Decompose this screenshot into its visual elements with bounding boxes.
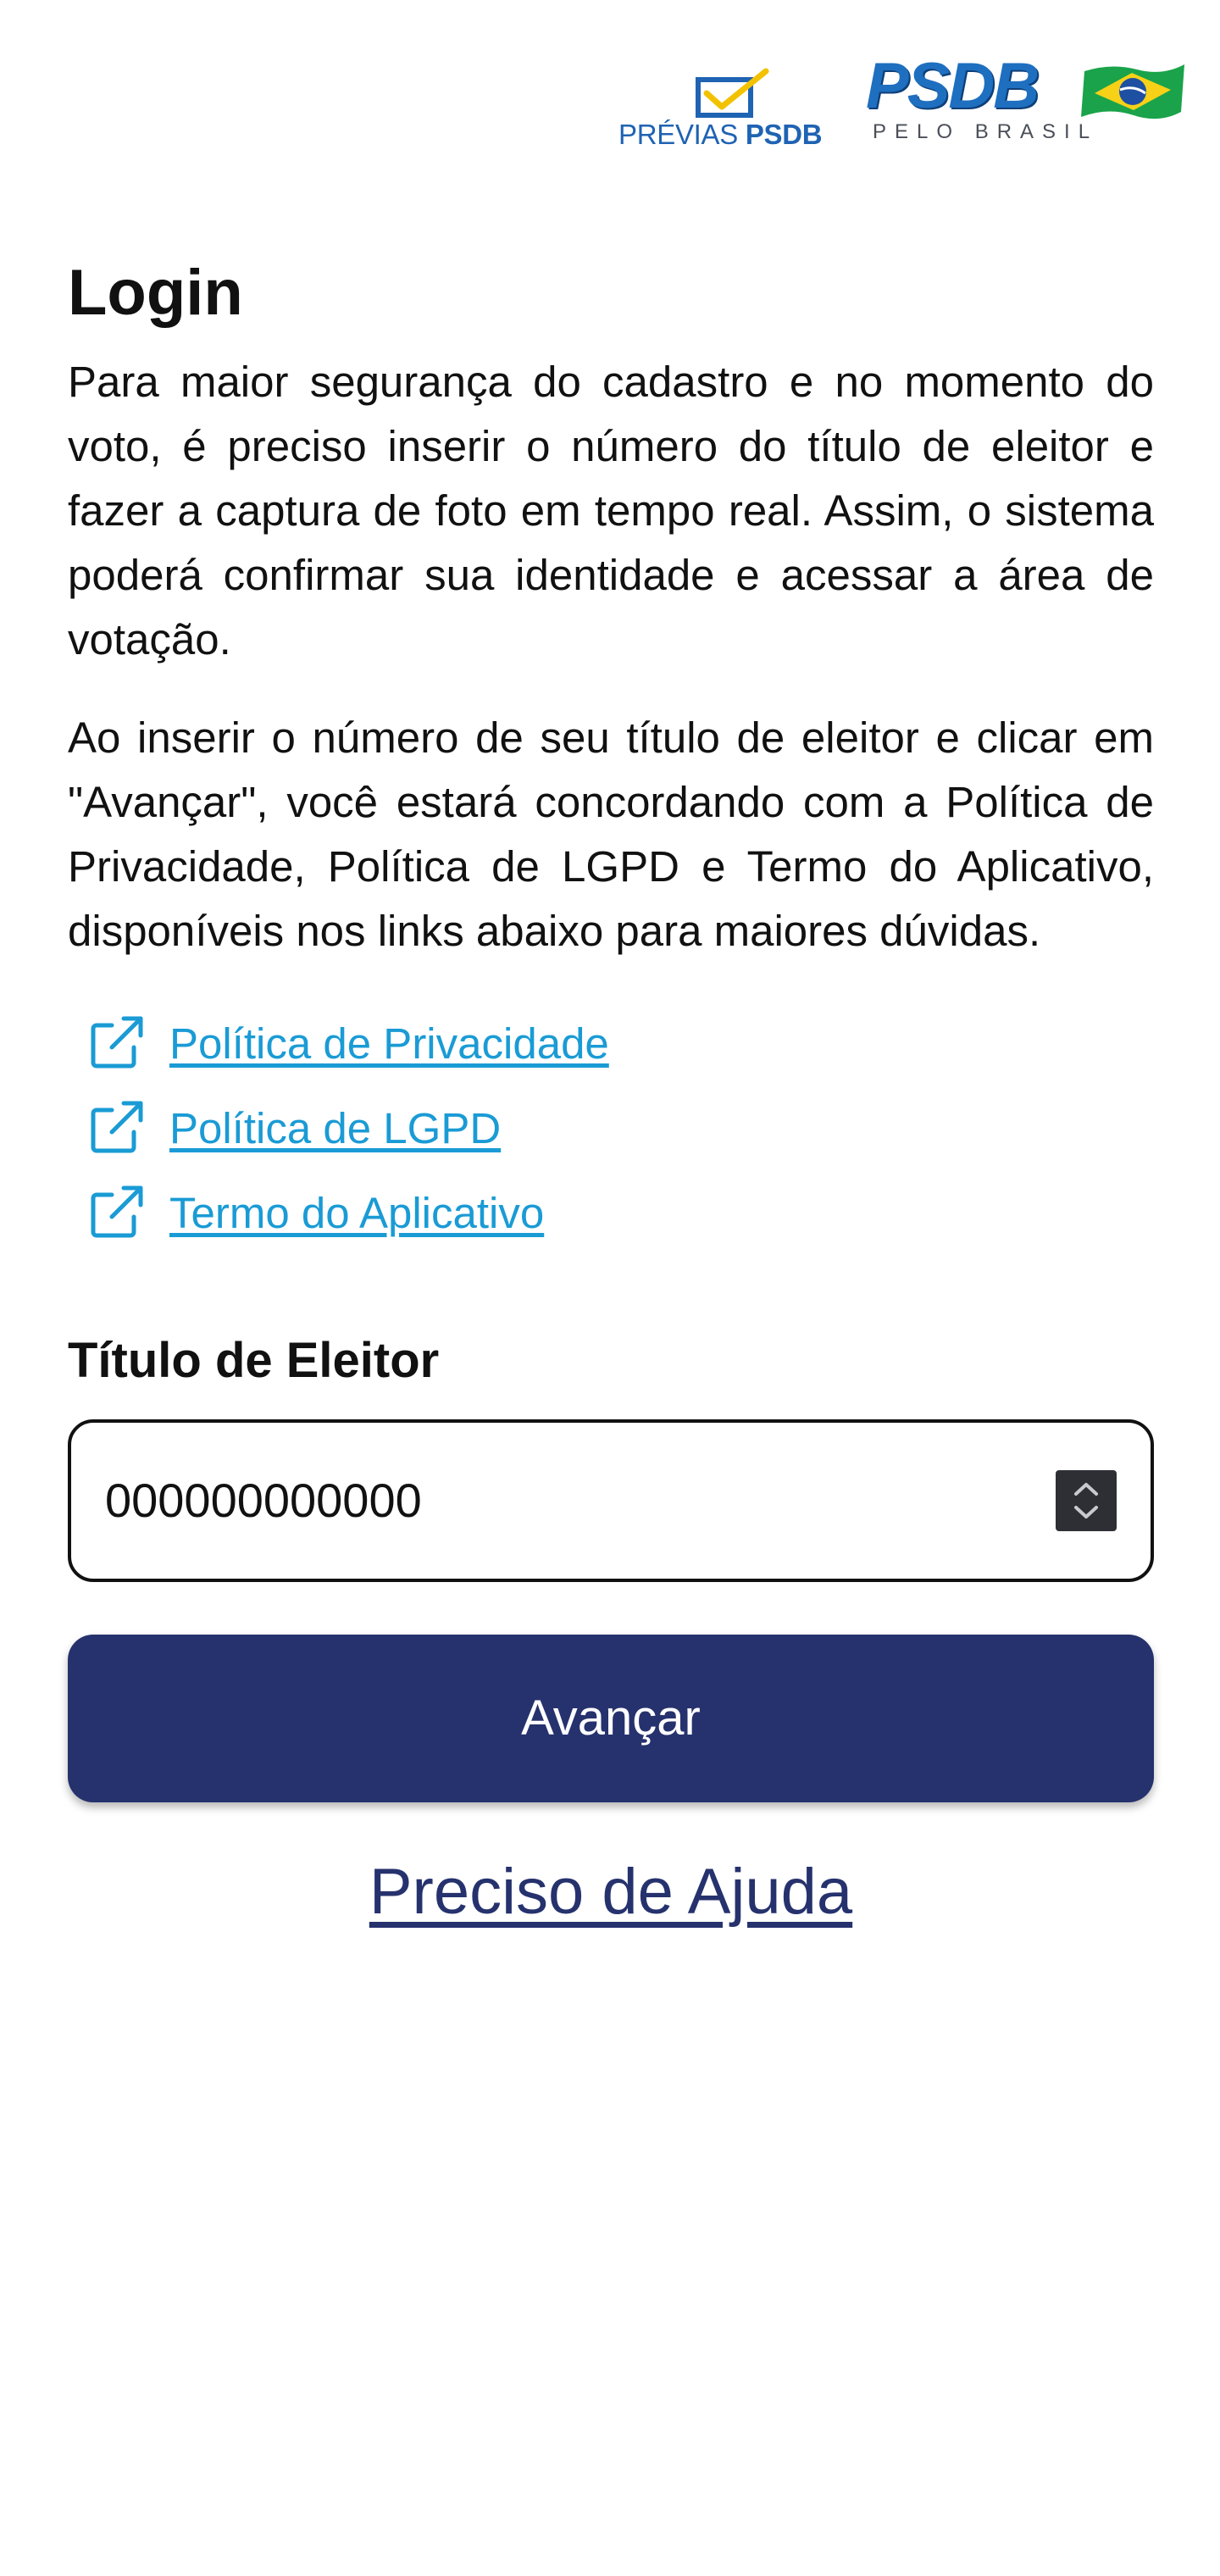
external-link-icon bbox=[91, 1185, 143, 1238]
stepper-arrows-icon bbox=[1074, 1482, 1098, 1518]
login-page: PRÉVIAS PSDB PSDB PELO BRASIL Login Para… bbox=[0, 0, 1220, 2576]
psdb-logo-word: PSDB bbox=[866, 50, 1040, 122]
previas-word: PRÉVIAS bbox=[618, 119, 738, 150]
header: PRÉVIAS PSDB PSDB PELO BRASIL bbox=[618, 54, 1188, 156]
advance-button[interactable]: Avançar bbox=[68, 1634, 1154, 1802]
brazil-flag-icon bbox=[1081, 64, 1184, 119]
app-terms-link-label[interactable]: Termo do Aplicativo bbox=[169, 1188, 544, 1238]
pelo-brasil-tagline: PELO BRASIL bbox=[873, 120, 1099, 143]
voter-id-label: Título de Eleitor bbox=[68, 1333, 440, 1389]
psdb-word: PSDB bbox=[745, 119, 823, 150]
external-link-icon bbox=[91, 1016, 143, 1069]
intro-paragraph: Para maior segurança do cadastro e no mo… bbox=[68, 358, 1154, 664]
consent-paragraph: Ao inserir o número de seu título de ele… bbox=[68, 713, 1154, 956]
previas-psdb-logo: PRÉVIAS PSDB bbox=[618, 63, 830, 156]
privacy-policy-link-label[interactable]: Política de Privacidade bbox=[169, 1019, 609, 1069]
privacy-policy-link[interactable]: Política de Privacidade bbox=[86, 1001, 1154, 1085]
number-spinner[interactable] bbox=[1056, 1469, 1117, 1531]
lgpd-policy-link[interactable]: Política de LGPD bbox=[86, 1085, 1154, 1170]
lgpd-policy-link-label[interactable]: Política de LGPD bbox=[169, 1103, 501, 1153]
voter-id-field bbox=[68, 1418, 1154, 1582]
psdb-pelo-brasil-logo: PSDB PELO BRASIL bbox=[866, 54, 1188, 156]
ballot-check-icon bbox=[696, 68, 769, 118]
page-title: Login bbox=[68, 257, 243, 329]
voter-id-input[interactable] bbox=[105, 1473, 1056, 1529]
previas-logo-text: PRÉVIAS PSDB bbox=[618, 119, 823, 151]
login-content: Login Para maior segurança do cadastro e… bbox=[68, 254, 1154, 1929]
need-help-link[interactable]: Preciso de Ajuda bbox=[68, 1855, 1154, 1929]
app-terms-link[interactable]: Termo do Aplicativo bbox=[86, 1170, 1154, 1255]
external-link-icon bbox=[91, 1101, 143, 1153]
policy-links: Política de Privacidade Política de LGPD… bbox=[68, 1001, 1154, 1255]
